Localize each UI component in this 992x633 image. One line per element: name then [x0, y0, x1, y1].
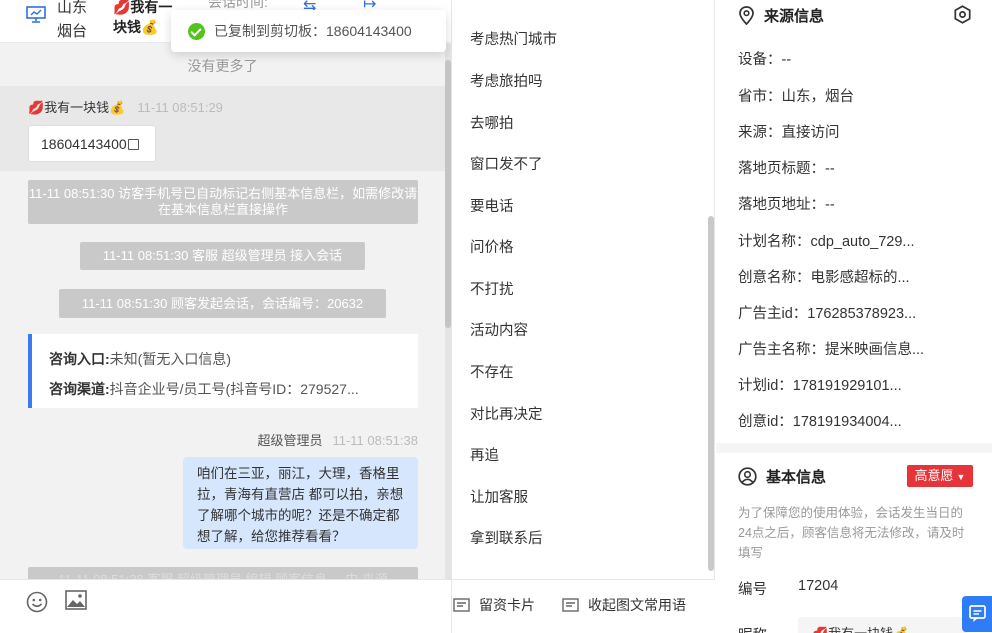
- quick-reply-scrollbar[interactable]: [708, 216, 714, 571]
- quick-reply-item[interactable]: 窗口发不了: [470, 153, 543, 174]
- info-province-city: 省市：山东，烟台: [738, 89, 854, 105]
- info-device: 设备：--: [738, 52, 792, 68]
- info-landing-title: 落地页标题：--: [738, 161, 835, 177]
- source-info-label: 来源信息: [764, 8, 825, 25]
- quick-reply-item[interactable]: 再追: [470, 444, 499, 465]
- quick-reply-item[interactable]: 活动内容: [470, 319, 528, 340]
- card-icon: [453, 598, 470, 612]
- toast-text: 已复制到剪切板：18604143400: [214, 23, 412, 39]
- source-info-title: 来源信息: [738, 5, 824, 26]
- copy-toast: 已复制到剪切板：18604143400: [171, 10, 446, 52]
- chat-toolbar: [0, 579, 451, 633]
- chat-messages[interactable]: 没有更多了 💋我有一块钱💰 11-11 08:51:29 18604143400 …: [0, 44, 451, 579]
- nickname-label: 昵称: [738, 624, 767, 633]
- lead-card-label: 留资卡片: [479, 597, 535, 613]
- quick-reply-item[interactable]: 不存在: [470, 361, 514, 382]
- quick-reply-item[interactable]: 要电话: [470, 195, 514, 216]
- info-creative-name: 创意名称：电影感超标的...: [738, 270, 910, 286]
- section-divider: [716, 443, 992, 453]
- chat-scrollbar-thumb[interactable]: [445, 60, 451, 328]
- system-message: 11-11 08:51:30 访客手机号已自动标记右侧基本信息栏，如需修改请在基…: [28, 180, 418, 224]
- entry-label: 咨询入口:: [49, 351, 110, 367]
- lead-card-button[interactable]: 留资卡片: [453, 595, 535, 615]
- message-icon: [562, 598, 579, 612]
- intent-tag-label: 高意愿: [914, 468, 954, 483]
- quick-reply-item[interactable]: 让加客服: [470, 486, 528, 507]
- info-landing-url: 落地页地址：--: [738, 197, 835, 213]
- edit-notice: 为了保障您的使用体验，会话发生当日的24点之后，顾客信息将无法修改，请及时填写: [738, 506, 965, 560]
- number-label: 编号: [738, 582, 767, 598]
- quick-reply-item[interactable]: 问价格: [470, 236, 514, 257]
- customer-message-name: 💋我有一块钱💰: [28, 100, 126, 115]
- system-message: 11-11 08:51:30 顾客发起会话，会话编号：20632: [59, 289, 386, 318]
- phone-number: 18604143400: [41, 136, 127, 152]
- agent-message-meta: 超级管理员 11-11 08:51:38: [257, 430, 418, 449]
- check-circle-icon: [188, 22, 205, 40]
- info-plan-id: 计划id：178191929101...: [738, 378, 902, 394]
- info-plan-name: 计划名称：cdp_auto_729...: [738, 234, 915, 250]
- agent-message-bubble: 咱们在三亚，丽江，大理，香格里拉，青海有直营店 都可以拍，亲想了解哪个城市的呢？…: [183, 457, 418, 549]
- agent-name: 超级管理员: [257, 433, 323, 448]
- collapse-phrases-label: 收起图文常用语: [588, 597, 686, 613]
- info-advertiser-id: 广告主id：176285378923...: [738, 306, 917, 322]
- agent-message-time: 11-11 08:51:38: [332, 433, 418, 448]
- system-message: 11-11 08:51:30 客服 超级管理员 接入会话: [80, 242, 365, 270]
- caret-down-icon: ▼: [956, 472, 966, 482]
- quick-reply-footer: 留资卡片 收起图文常用语: [452, 579, 715, 633]
- info-source: 来源：直接访问: [738, 125, 840, 141]
- basic-info-title: 基本信息: [738, 466, 826, 487]
- no-more-text: 没有更多了: [187, 58, 258, 74]
- customer-info-panel: 来源信息 设备：-- 省市：山东，烟台 来源：直接访问 落地页标题：-- 落地页…: [716, 0, 992, 633]
- customer-location: 山东烟台: [57, 0, 88, 40]
- channel-value: 抖音企业号/员工号(抖音号ID：279527...: [109, 381, 359, 397]
- nickname-field[interactable]: 💋我有一块钱💰: [798, 617, 968, 633]
- entry-value: 未知(暂无入口信息): [109, 351, 231, 367]
- phone-message[interactable]: 18604143400: [28, 125, 156, 162]
- customer-message-meta: 💋我有一块钱💰 11-11 08:51:29: [28, 97, 223, 116]
- location-pin-icon: [739, 6, 754, 25]
- info-advertiser-name: 广告主名称：提米映画信息...: [738, 342, 925, 358]
- consult-entry-card: 咨询入口:未知(暂无入口信息) 咨询渠道:抖音企业号/员工号(抖音号ID：279…: [28, 334, 418, 408]
- intent-tag-dropdown[interactable]: 高意愿 ▼: [907, 465, 973, 487]
- gear-icon[interactable]: [953, 5, 972, 24]
- emoji-icon[interactable]: [26, 591, 48, 613]
- quick-reply-panel: 考虑热门城市 考虑旅拍吗 去哪拍 窗口发不了 要电话 问价格 不打扰 活动内容 …: [452, 0, 715, 633]
- customer-message-time: 11-11 08:51:29: [137, 100, 223, 115]
- quick-reply-item[interactable]: 去哪拍: [470, 112, 514, 133]
- quick-reply-item[interactable]: 对比再决定: [470, 403, 543, 424]
- user-circle-icon: [738, 467, 757, 486]
- copy-icon[interactable]: [127, 139, 139, 150]
- collapse-phrases-button[interactable]: 收起图文常用语: [562, 595, 686, 615]
- number-value: 17204: [798, 578, 839, 594]
- chat-icon: [969, 605, 986, 622]
- image-icon[interactable]: [65, 590, 87, 610]
- basic-info-label: 基本信息: [766, 469, 827, 486]
- quick-reply-item[interactable]: 不打扰: [470, 278, 514, 299]
- quick-reply-item[interactable]: 拿到联系后: [470, 527, 543, 548]
- chat-panel: 山东烟台 💋我有一块钱💰 会话时间: ⇆ ↦ 没有更多了 💋我有一块钱💰 11-1…: [0, 0, 452, 633]
- system-message: 11-11 08:51:38 客服 超级管理员 编辑 顾客信息 ... 内 来源: [28, 567, 418, 579]
- quick-reply-item[interactable]: 考虑热门城市: [470, 28, 557, 49]
- monitor-icon: [26, 6, 46, 23]
- quick-reply-item[interactable]: 考虑旅拍吗: [470, 70, 543, 91]
- info-creative-id: 创意id：178191934004...: [738, 414, 902, 430]
- floating-chat-button[interactable]: [962, 596, 992, 632]
- channel-label: 咨询渠道:: [49, 381, 110, 397]
